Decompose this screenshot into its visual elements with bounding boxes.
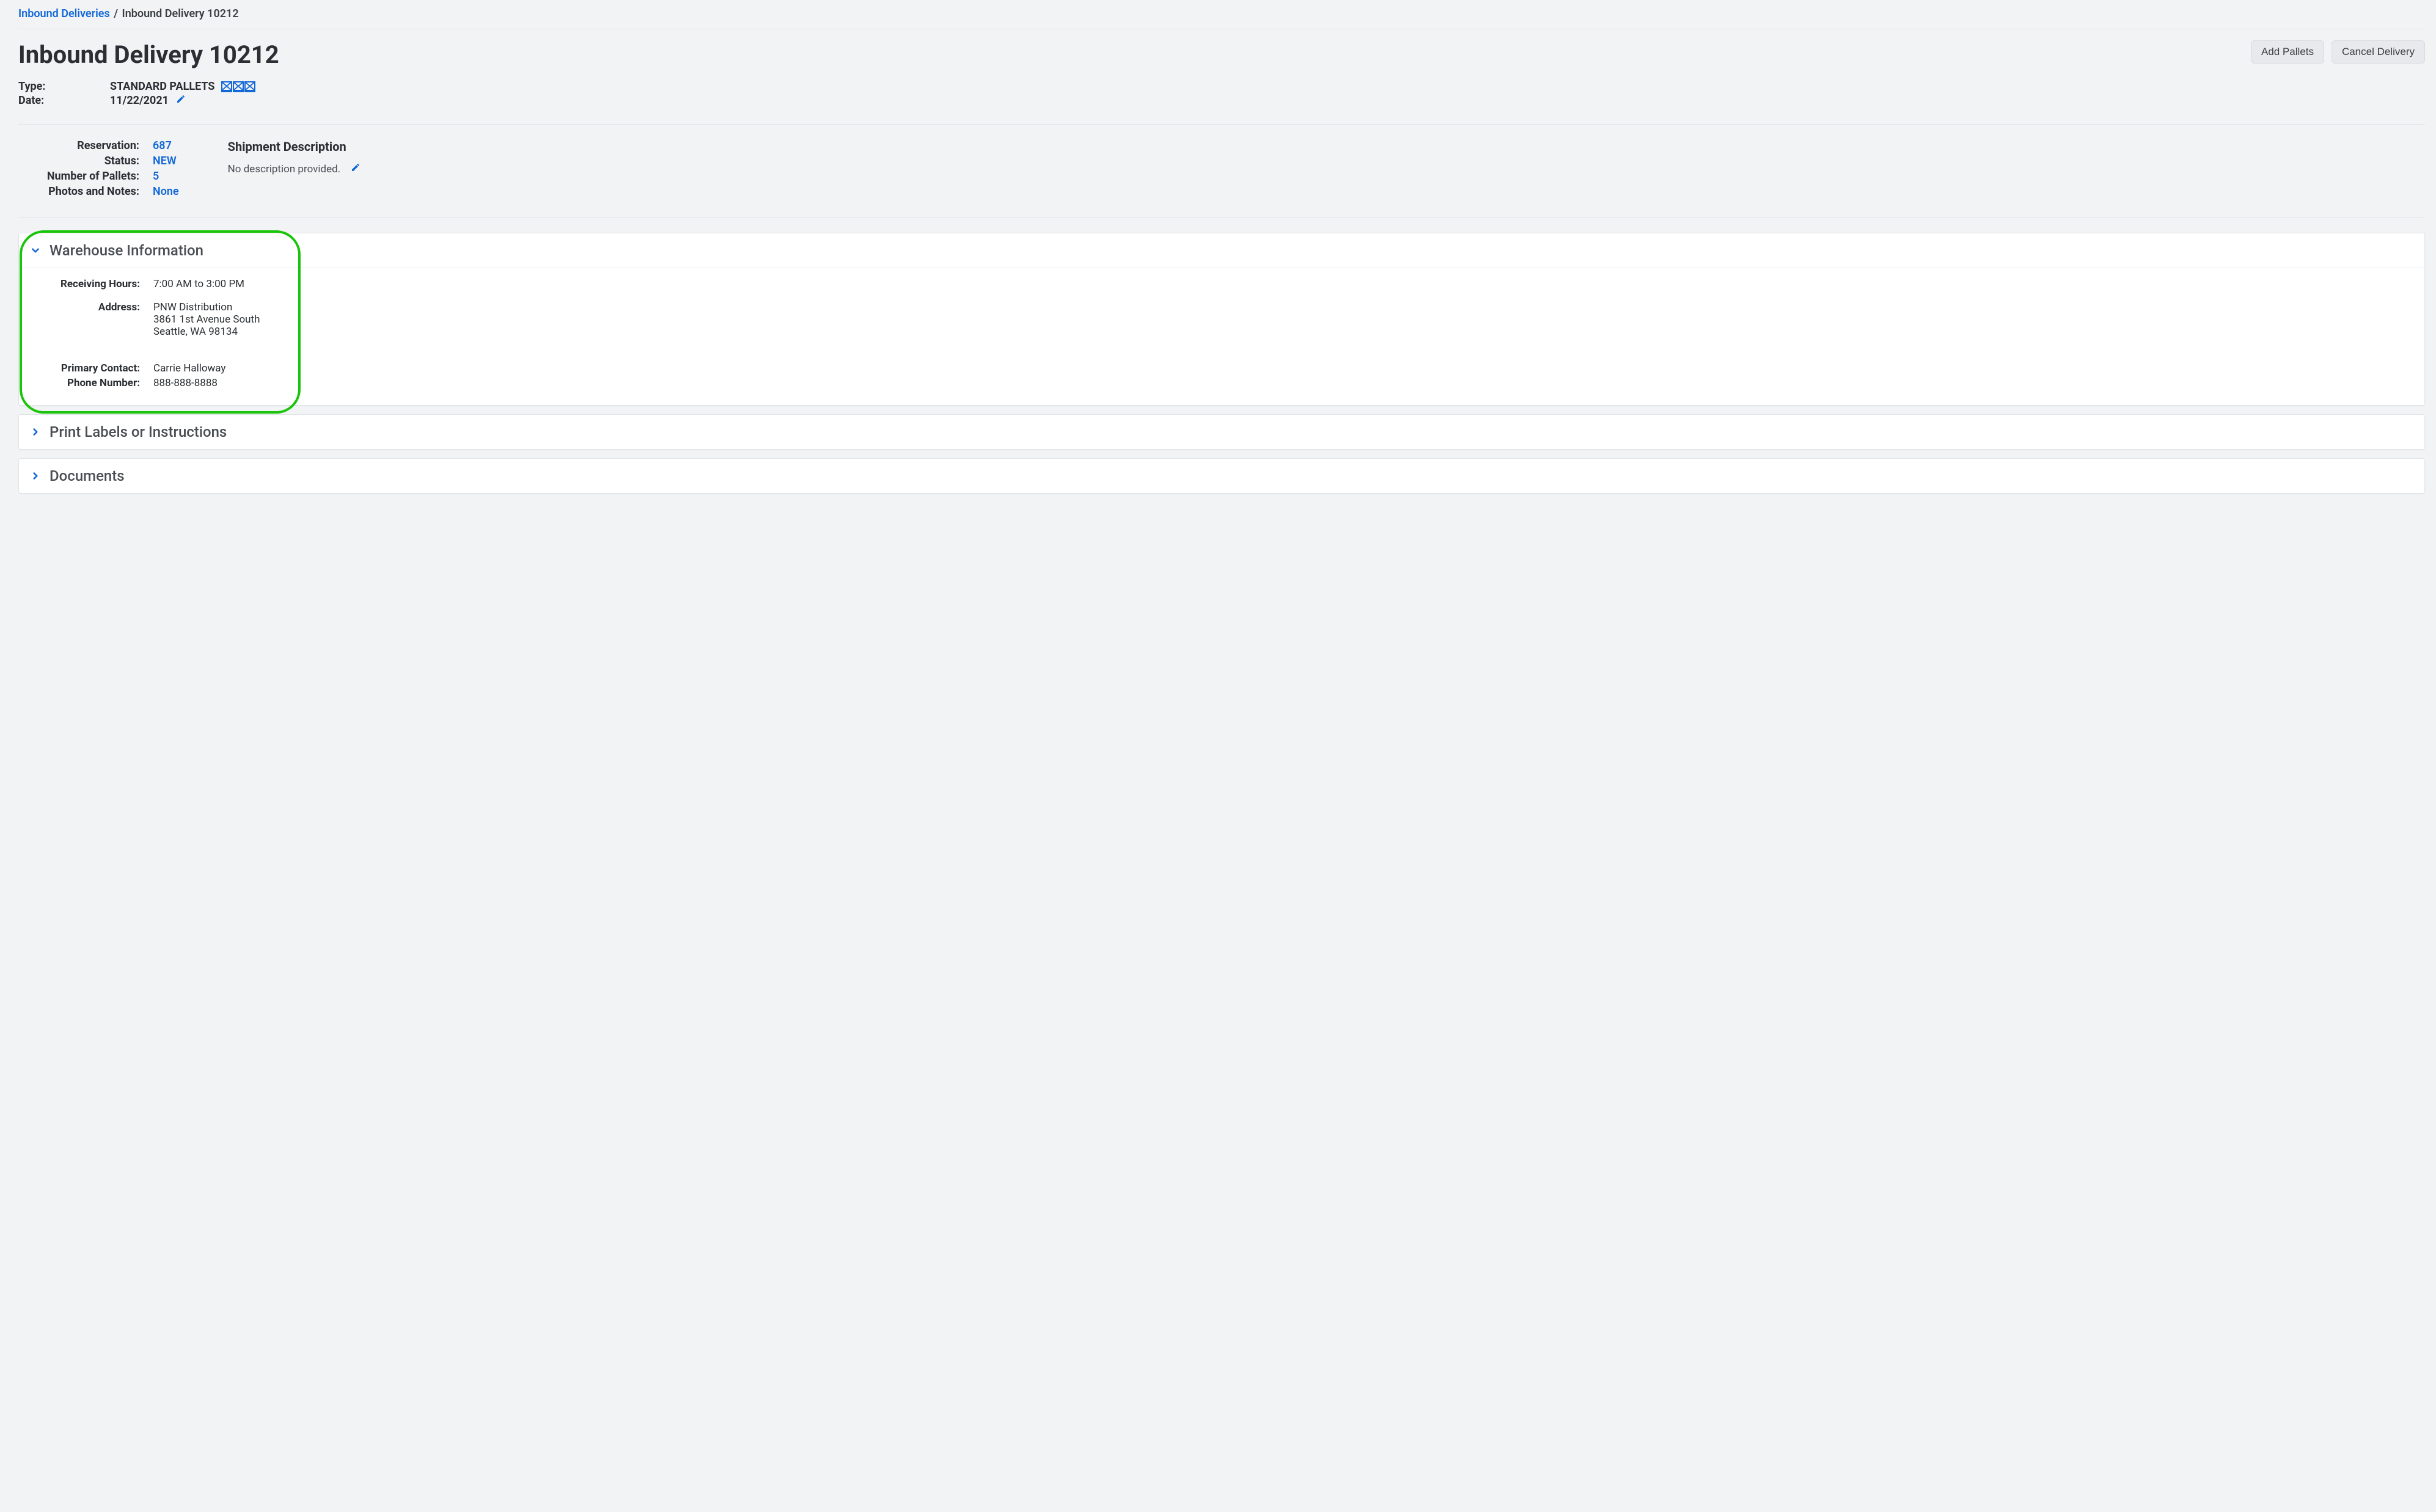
- phone-number-value: 888-888-8888: [153, 377, 218, 389]
- print-labels-header[interactable]: Print Labels or Instructions: [19, 415, 2424, 449]
- address-label: Address:: [54, 301, 153, 313]
- documents-header[interactable]: Documents: [19, 459, 2424, 493]
- documents-panel: Documents: [18, 458, 2425, 494]
- address-line1: PNW Distribution: [153, 301, 260, 313]
- print-labels-title: Print Labels or Instructions: [49, 423, 227, 440]
- breadcrumb-root-link[interactable]: Inbound Deliveries: [18, 7, 110, 20]
- notes-value[interactable]: None: [153, 185, 179, 198]
- cancel-delivery-button[interactable]: Cancel Delivery: [2332, 40, 2425, 64]
- type-label: Type:: [18, 80, 110, 93]
- chevron-right-icon: [30, 470, 41, 481]
- pallet-icon: [233, 81, 244, 92]
- address-value: PNW Distribution 3861 1st Avenue South S…: [153, 301, 260, 338]
- edit-description-icon[interactable]: [351, 163, 360, 175]
- documents-title: Documents: [49, 467, 125, 484]
- chevron-right-icon: [30, 426, 41, 437]
- reservation-label: Reservation:: [18, 139, 153, 152]
- primary-contact-label: Primary Contact:: [54, 362, 153, 374]
- reservation-link[interactable]: 687: [153, 139, 172, 152]
- shipment-description-text: No description provided.: [228, 163, 341, 175]
- add-pallets-button[interactable]: Add Pallets: [2251, 40, 2324, 64]
- edit-date-icon[interactable]: [176, 94, 186, 107]
- warehouse-info-header[interactable]: Warehouse Information: [19, 233, 2424, 268]
- notes-label: Photos and Notes:: [18, 185, 153, 198]
- chevron-down-icon: [30, 245, 41, 256]
- status-label: Status:: [18, 155, 153, 167]
- pallets-label: Number of Pallets:: [18, 170, 153, 183]
- phone-number-label: Phone Number:: [54, 377, 153, 389]
- divider: [18, 217, 2425, 218]
- pallets-value[interactable]: 5: [153, 170, 159, 183]
- warehouse-info-title: Warehouse Information: [49, 242, 203, 259]
- date-value: 11/22/2021: [110, 94, 169, 107]
- status-value[interactable]: NEW: [153, 155, 177, 167]
- receiving-hours-value: 7:00 AM to 3:00 PM: [153, 278, 244, 290]
- pallet-icons: [221, 81, 256, 92]
- warehouse-info-panel: Warehouse Information Receiving Hours: 7…: [18, 233, 2425, 406]
- breadcrumb-separator: /: [112, 7, 119, 20]
- breadcrumb: Inbound Deliveries / Inbound Delivery 10…: [18, 5, 2425, 29]
- pallet-icon: [221, 81, 232, 92]
- address-line3: Seattle, WA 98134: [153, 326, 260, 338]
- breadcrumb-current: Inbound Delivery 10212: [122, 7, 239, 20]
- page-title: Inbound Delivery 10212: [18, 40, 279, 69]
- receiving-hours-label: Receiving Hours:: [54, 278, 153, 290]
- primary-contact-value: Carrie Halloway: [153, 362, 225, 374]
- shipment-description-title: Shipment Description: [228, 139, 2425, 154]
- print-labels-panel: Print Labels or Instructions: [18, 414, 2425, 450]
- divider: [18, 124, 2425, 125]
- address-line2: 3861 1st Avenue South: [153, 313, 260, 326]
- date-label: Date:: [18, 94, 110, 107]
- pallet-icon: [244, 81, 255, 92]
- type-value: STANDARD PALLETS: [110, 80, 215, 93]
